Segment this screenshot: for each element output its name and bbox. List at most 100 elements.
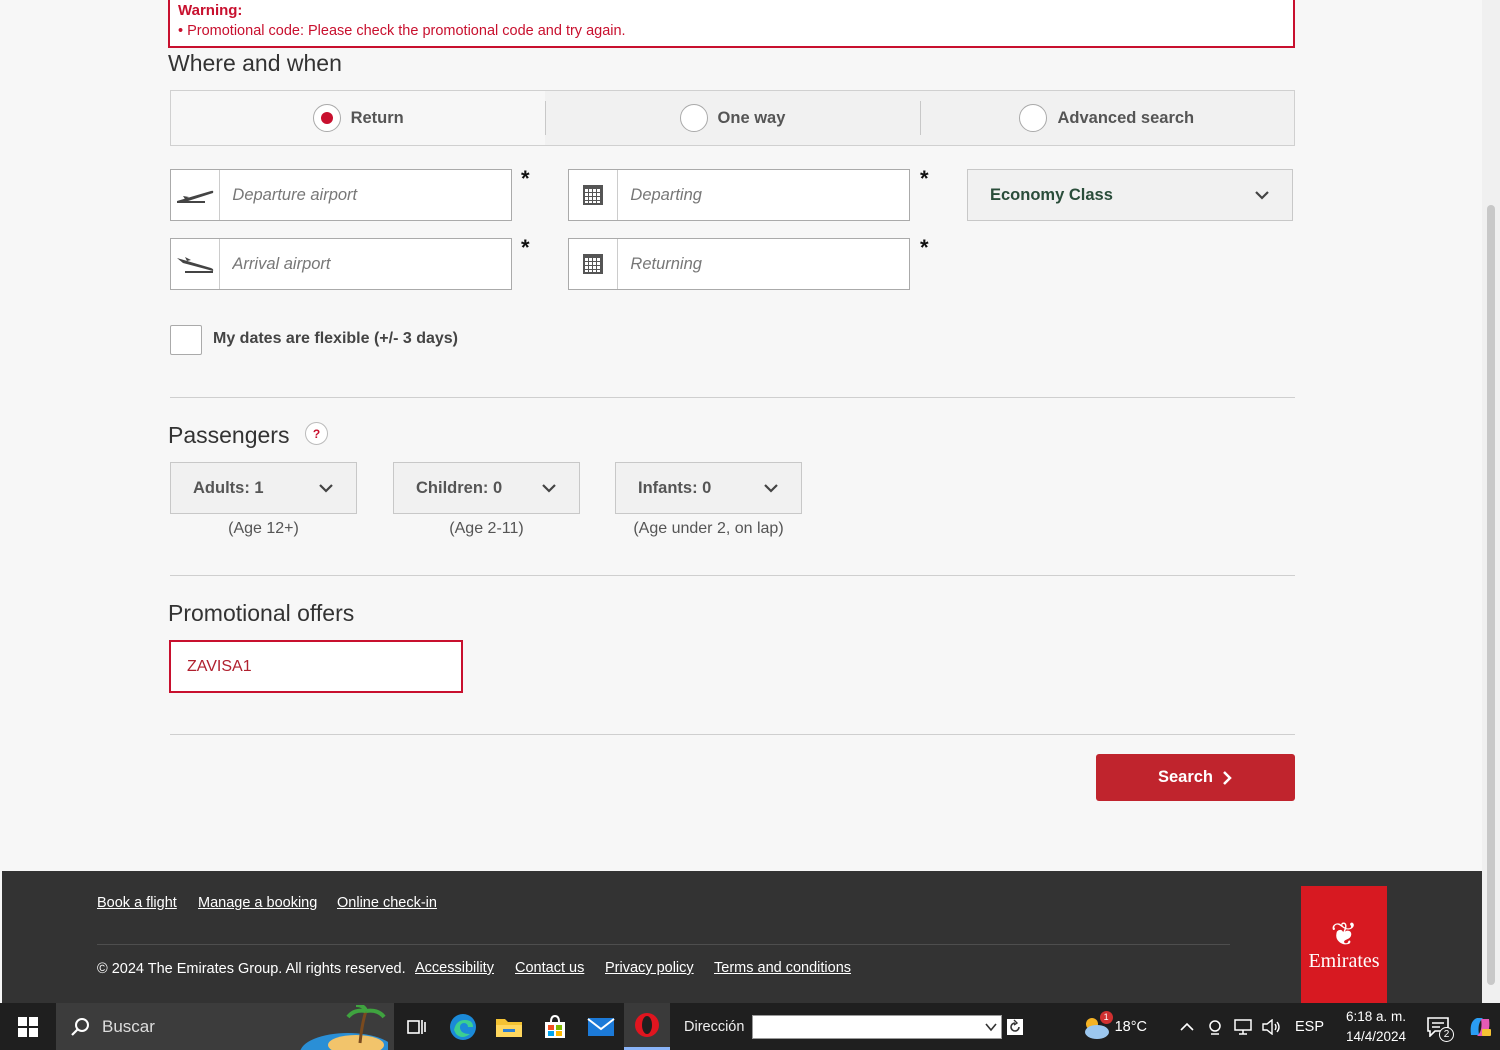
taskbar-search-text: Buscar [102,1016,155,1036]
refresh-icon [1007,1018,1024,1035]
beach-island-icon [300,1005,388,1050]
windows-taskbar: Buscar Dirección 1 18°C ESP 6:18 a. m. 1… [0,1003,1500,1050]
task-view-button[interactable] [394,1003,440,1050]
scrollbar-thumb[interactable] [1487,205,1495,985]
system-tray: 1 18°C ESP 6:18 a. m. 14/4/2024 2 [1075,1003,1500,1050]
footer-link-contact-us[interactable]: Contact us [515,960,584,976]
required-marker: * [920,235,929,260]
trip-option-label: One way [717,108,786,127]
flexible-dates-checkbox[interactable] [170,325,202,355]
required-marker: * [521,166,530,191]
departing-date-input[interactable] [618,170,909,220]
trip-type-selector: Return One way Advanced search [170,90,1295,146]
chevron-down-icon [542,484,556,493]
address-bar-label: Dirección [684,1018,745,1035]
network-button[interactable] [1229,1003,1257,1050]
adults-select[interactable]: Adults: 1 [170,462,357,514]
arrival-airport-input[interactable] [220,239,511,289]
emirates-logo[interactable]: ❦ Emirates [1301,886,1387,1003]
store-icon [545,1014,565,1038]
clock-date: 14/4/2024 [1345,1028,1407,1044]
file-explorer-button[interactable] [486,1003,532,1050]
copilot-button[interactable] [1460,1003,1500,1050]
search-icon [71,1017,89,1036]
passengers-help-icon[interactable]: ? [305,422,328,445]
footer-link-online-checkin[interactable]: Online check-in [337,895,437,911]
emirates-calligraphy-icon: ❦ [1330,914,1358,953]
notifications-button[interactable]: 2 [1416,1003,1460,1050]
cabin-class-select[interactable]: Economy Class [967,169,1293,221]
footer-link-manage-booking[interactable]: Manage a booking [198,895,317,911]
where-when-heading: Where and when [168,50,342,76]
show-hidden-icons-button[interactable] [1173,1003,1201,1050]
taskbar-search-box[interactable]: Buscar [56,1003,394,1050]
radio-one-way[interactable] [679,104,708,132]
adults-value: Adults: 1 [193,478,264,497]
address-bar-input[interactable] [752,1014,1003,1039]
address-refresh-button[interactable] [1002,1003,1028,1050]
page-scrollbar[interactable] [1482,0,1500,1003]
footer-link-privacy-policy[interactable]: Privacy policy [605,960,694,976]
mail-button[interactable] [578,1003,624,1050]
search-button-label: Search [1157,768,1214,786]
promo-heading: Promotional offers [168,600,355,626]
trip-option-one-way[interactable]: One way [545,91,919,145]
promo-code-input[interactable] [171,642,461,691]
required-marker: * [920,166,929,191]
footer-divider [97,944,1230,945]
warning-message: • Promotional code: Please check the pro… [178,23,626,39]
input-language[interactable]: ESP [1295,1019,1324,1035]
notification-count: 2 [1439,1027,1454,1042]
emirates-logo-text: Emirates [1308,949,1380,972]
microsoft-store-button[interactable] [532,1003,578,1050]
search-button[interactable]: Search [1096,754,1295,801]
landing-plane-icon [171,239,221,289]
children-age-hint: (Age 2-11) [449,520,524,537]
weather-widget[interactable]: 1 [1075,1003,1115,1050]
speaker-icon [1262,1018,1280,1035]
radio-advanced-search[interactable] [1019,104,1048,132]
edge-icon [450,1013,476,1040]
weather-badge: 1 [1099,1011,1113,1024]
edge-browser-button[interactable] [440,1003,486,1050]
trip-option-label: Advanced search [1057,108,1195,127]
section-divider [170,397,1295,398]
chevron-down-icon [319,484,333,493]
mail-icon [587,1017,615,1036]
section-divider [170,575,1295,576]
calendar-icon[interactable] [569,170,619,220]
footer-link-accessibility[interactable]: Accessibility [415,960,494,976]
infants-value: Infants: 0 [638,478,712,497]
children-select[interactable]: Children: 0 [393,462,580,514]
departing-date-field [568,169,910,221]
task-view-icon [407,1019,426,1034]
footer-link-terms[interactable]: Terms and conditions [714,960,851,976]
browser-page: Warning: • Promotional code: Please chec… [2,0,1482,1003]
chevron-down-icon [1255,191,1269,200]
windows-start-button[interactable] [0,1003,56,1050]
passengers-heading: Passengers [168,422,290,448]
opera-browser-button[interactable] [624,1003,670,1050]
required-marker: * [521,235,530,260]
chevron-right-icon [1223,770,1232,785]
trip-option-return[interactable]: Return [171,91,546,145]
network-icon [1234,1018,1252,1035]
chevron-down-icon[interactable] [985,1022,998,1032]
returning-date-input[interactable] [618,239,909,289]
departure-airport-input[interactable] [220,170,511,220]
trip-option-advanced-search[interactable]: Advanced search [919,91,1294,145]
warning-title: Warning: [178,2,243,19]
opera-icon [635,1013,659,1037]
volume-button[interactable] [1257,1003,1287,1050]
radio-return[interactable] [312,104,341,132]
calendar-icon[interactable] [569,239,619,289]
clock-time: 6:18 a. m. [1345,1008,1407,1024]
meet-now-button[interactable] [1201,1003,1229,1050]
footer-link-book-flight[interactable]: Book a flight [97,895,177,911]
infants-select[interactable]: Infants: 0 [615,462,802,514]
taskbar-clock[interactable]: 6:18 a. m. 14/4/2024 [1336,1007,1416,1047]
webcam-icon [1209,1019,1221,1035]
promo-warning-box: Warning: • Promotional code: Please chec… [168,0,1295,48]
weather-temperature: 18°C [1114,1018,1147,1035]
folder-icon [496,1018,522,1037]
